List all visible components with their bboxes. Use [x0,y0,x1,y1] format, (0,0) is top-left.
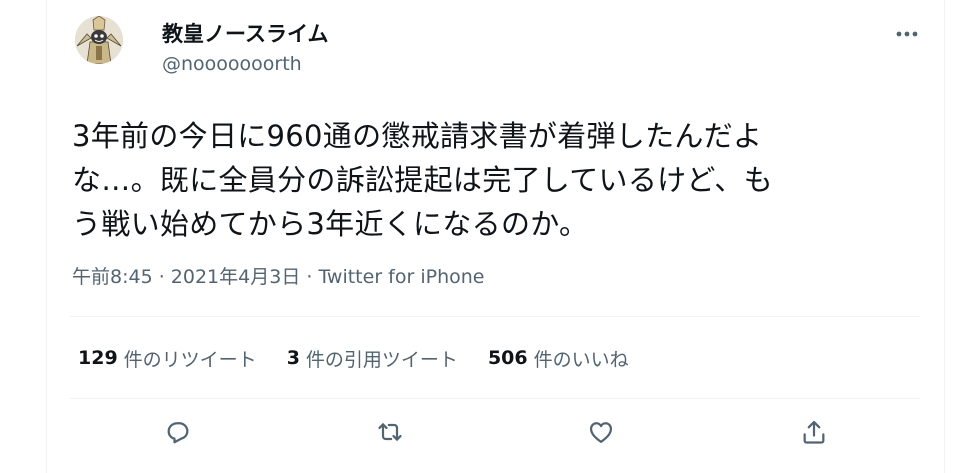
user-handle[interactable]: @nooooooorth [162,52,302,76]
retweet-count-link[interactable]: 129 件のリツイート [78,345,257,372]
share-icon [803,420,825,444]
display-name[interactable]: 教皇ノースライム [162,20,329,48]
avatar[interactable] [75,16,123,64]
tweet-date[interactable]: 2021年4月3日 [171,266,301,288]
retweet-count: 129 [78,347,118,369]
share-button[interactable] [796,414,832,450]
like-icon [589,422,613,444]
quote-count-link[interactable]: 3 件の引用ツイート [287,345,458,372]
divider [70,398,920,399]
quote-count: 3 [286,347,300,369]
more-button[interactable] [892,22,922,46]
retweet-count-label: 件のリツイート [123,348,257,371]
more-icon [896,31,918,37]
reply-icon [167,422,189,444]
tweet-time[interactable]: 午前8:45 [72,266,153,288]
like-count: 506 [487,347,528,369]
quote-count-label: 件の引用ツイート [305,348,458,371]
meta-separator: · [300,266,319,288]
stats-row: 129 件のリツイート 3 件の引用ツイート 506 件のいいね [78,342,659,374]
meta-separator: · [152,266,171,288]
tweet-text: 3年前の今日に960通の懲戒請求書が着弾したんだよ な…。既に全員分の訴訟提起は… [72,119,773,241]
avatar-image [75,16,123,64]
like-count-label: 件のいいね [533,348,629,371]
reply-button[interactable] [160,414,196,450]
tweet-source[interactable]: Twitter for iPhone [318,266,484,288]
like-count-link[interactable]: 506 件のいいね [488,345,629,372]
retweet-icon [378,423,402,441]
tweet-meta: 午前8:45 · 2021年4月3日 · Twitter for iPhone [72,263,484,291]
divider [70,316,920,317]
retweet-button[interactable] [372,414,408,450]
like-button[interactable] [583,414,619,450]
